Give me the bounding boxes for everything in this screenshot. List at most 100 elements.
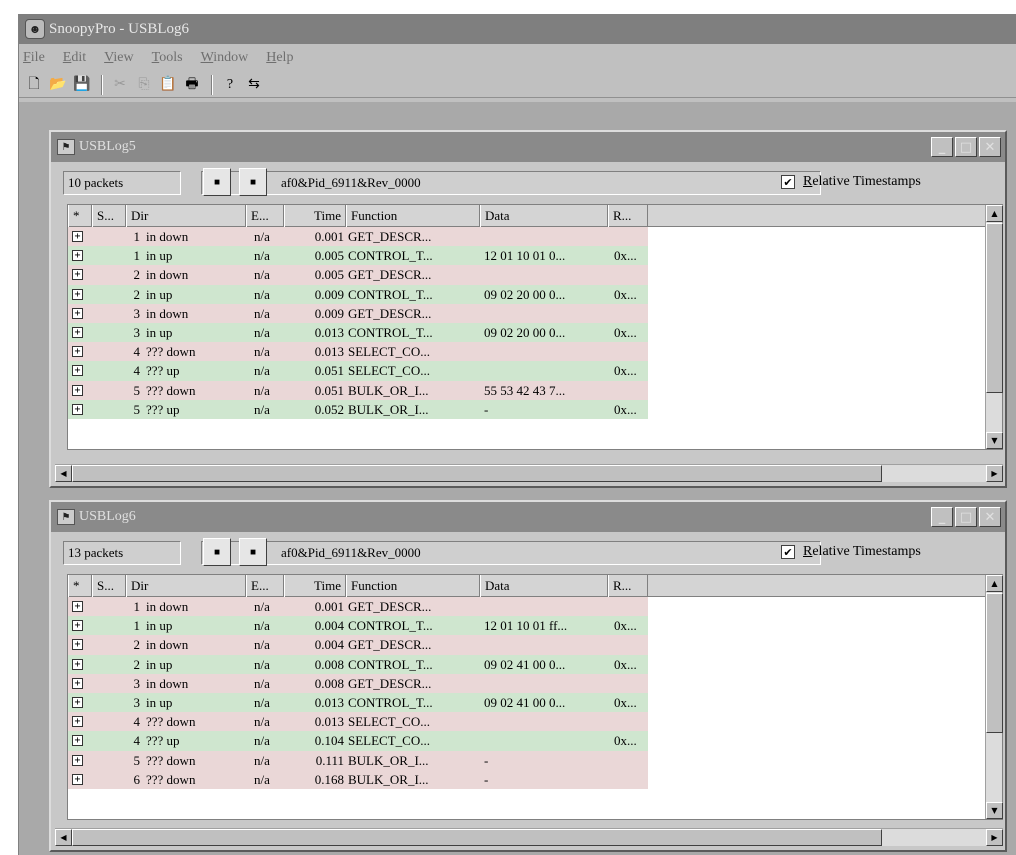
table-row[interactable]: +4 ??? down n/a 0.013 SELECT_CO...: [68, 342, 648, 362]
menu-file[interactable]: File: [23, 50, 45, 66]
col-data[interactable]: Data: [480, 205, 608, 227]
scroll-right-icon[interactable]: ▶: [986, 829, 1003, 846]
table-row[interactable]: +2 in up n/a 0.008 CONTROL_T... 09 02 41 00 0…: [68, 654, 648, 674]
scroll-thumb[interactable]: [986, 593, 1003, 733]
expand-plus-icon[interactable]: +: [72, 307, 83, 319]
table-row[interactable]: +1 in up n/a 0.005 CONTROL_T... 12 01 10 01 0…: [68, 246, 648, 266]
expand-plus-icon[interactable]: +: [72, 754, 83, 766]
stop-button-2[interactable]: ■: [239, 538, 267, 566]
scroll-up-icon[interactable]: ▲: [986, 575, 1003, 592]
expand-plus-icon[interactable]: +: [72, 231, 83, 242]
cut-icon[interactable]: ✂: [109, 74, 131, 96]
child-title-bar[interactable]: ⚑ USBLog6 _ □ ✕: [51, 502, 1005, 532]
expand-plus-icon[interactable]: +: [72, 677, 83, 689]
copy-icon[interactable]: ⎘: [133, 74, 155, 96]
col-seq[interactable]: S...: [92, 205, 126, 227]
table-row[interactable]: +5 ??? up n/a 0.052 BULK_OR_I... - 0x...: [68, 399, 648, 419]
menu-edit[interactable]: Edit: [63, 50, 86, 66]
vertical-scrollbar[interactable]: ▲ ▼: [985, 205, 1003, 449]
table-row[interactable]: +1 in down n/a 0.001 GET_DESCR...: [68, 597, 648, 617]
expand-plus-icon[interactable]: +: [72, 696, 83, 708]
scroll-thumb[interactable]: [986, 223, 1003, 393]
table-row[interactable]: +4 ??? up n/a 0.104 SELECT_CO... 0x...: [68, 731, 648, 751]
table-row[interactable]: +2 in down n/a 0.005 GET_DESCR...: [68, 265, 648, 285]
table-row[interactable]: +4 ??? up n/a 0.051 SELECT_CO... 0x...: [68, 361, 648, 381]
table-row[interactable]: +5 ??? down n/a 0.111 BULK_OR_I... -: [68, 750, 648, 770]
close-button[interactable]: ✕: [979, 137, 1001, 157]
new-file-icon[interactable]: 🗋: [23, 74, 45, 96]
minimize-button[interactable]: _: [931, 137, 953, 157]
relative-timestamps-toggle[interactable]: ✔ Relative Timestamps: [781, 544, 921, 560]
expand-plus-icon[interactable]: +: [72, 326, 83, 338]
table-row[interactable]: +3 in up n/a 0.013 CONTROL_T... 09 02 20 00 0…: [68, 322, 648, 343]
scroll-down-icon[interactable]: ▼: [986, 432, 1003, 449]
menu-window[interactable]: Window: [201, 50, 249, 66]
menu-help[interactable]: Help: [266, 50, 293, 66]
col-result[interactable]: R...: [608, 575, 648, 597]
table-row[interactable]: +2 in up n/a 0.009 CONTROL_T... 09 02 20 00 0…: [68, 284, 648, 304]
col-dir[interactable]: Dir: [126, 575, 246, 597]
hscroll-thumb[interactable]: [72, 465, 882, 482]
expand-plus-icon[interactable]: +: [72, 365, 83, 377]
expand-plus-icon[interactable]: +: [72, 384, 83, 396]
horizontal-scrollbar[interactable]: ◀ ▶: [55, 828, 1003, 846]
expand-plus-icon[interactable]: +: [72, 620, 83, 632]
checkbox-checked-icon[interactable]: ✔: [781, 545, 795, 559]
col-endpoint[interactable]: E...: [246, 575, 284, 597]
expand-plus-icon[interactable]: +: [72, 639, 83, 651]
col-time[interactable]: Time: [284, 575, 346, 597]
expand-plus-icon[interactable]: +: [72, 288, 83, 300]
expand-plus-icon[interactable]: +: [72, 716, 83, 728]
stop-button-1[interactable]: ■: [203, 168, 231, 196]
vertical-scrollbar[interactable]: ▲ ▼: [985, 575, 1003, 819]
scroll-left-icon[interactable]: ◀: [55, 465, 72, 482]
scroll-right-icon[interactable]: ▶: [986, 465, 1003, 482]
col-time[interactable]: Time: [284, 205, 346, 227]
expand-plus-icon[interactable]: +: [72, 346, 83, 358]
expand-plus-icon[interactable]: +: [72, 601, 83, 612]
col-result[interactable]: R...: [608, 205, 648, 227]
expand-plus-icon[interactable]: +: [72, 250, 83, 262]
expand-plus-icon[interactable]: +: [72, 403, 83, 415]
minimize-button[interactable]: _: [931, 507, 953, 527]
maximize-button[interactable]: □: [955, 507, 977, 527]
close-button[interactable]: ✕: [979, 507, 1001, 527]
help-icon[interactable]: ?: [219, 74, 241, 96]
expand-plus-icon[interactable]: +: [72, 269, 83, 281]
print-icon[interactable]: 🖶: [181, 74, 203, 96]
scroll-up-icon[interactable]: ▲: [986, 205, 1003, 222]
table-row[interactable]: +5 ??? down n/a 0.051 BULK_OR_I... 55 53 42 4…: [68, 380, 648, 400]
menu-tools[interactable]: Tools: [152, 50, 183, 66]
table-row[interactable]: +3 in up n/a 0.013 CONTROL_T... 09 02 41 00 0…: [68, 692, 648, 713]
usb-icon[interactable]: ⇆: [243, 74, 265, 96]
save-icon[interactable]: 💾: [71, 74, 93, 96]
col-expand[interactable]: *: [68, 575, 92, 597]
scroll-left-icon[interactable]: ◀: [55, 829, 72, 846]
child-title-bar[interactable]: ⚑ USBLog5 _ □ ✕: [51, 132, 1005, 162]
checkbox-checked-icon[interactable]: ✔: [781, 175, 795, 189]
col-data[interactable]: Data: [480, 575, 608, 597]
table-row[interactable]: +3 in down n/a 0.009 GET_DESCR...: [68, 303, 648, 323]
table-row[interactable]: +4 ??? down n/a 0.013 SELECT_CO...: [68, 712, 648, 732]
expand-plus-icon[interactable]: +: [72, 735, 83, 747]
table-row[interactable]: +1 in up n/a 0.004 CONTROL_T... 12 01 10 01 f…: [68, 616, 648, 636]
open-folder-icon[interactable]: 📂: [47, 74, 69, 96]
table-row[interactable]: +1 in down n/a 0.001 GET_DESCR...: [68, 227, 648, 247]
col-expand[interactable]: *: [68, 205, 92, 227]
scroll-down-icon[interactable]: ▼: [986, 802, 1003, 819]
col-function[interactable]: Function: [346, 575, 480, 597]
col-seq[interactable]: S...: [92, 575, 126, 597]
paste-icon[interactable]: 📋: [157, 74, 179, 96]
col-dir[interactable]: Dir: [126, 205, 246, 227]
table-row[interactable]: +3 in down n/a 0.008 GET_DESCR...: [68, 673, 648, 693]
horizontal-scrollbar[interactable]: ◀ ▶: [55, 464, 1003, 482]
hscroll-thumb[interactable]: [72, 829, 882, 846]
stop-button-1[interactable]: ■: [203, 538, 231, 566]
table-row[interactable]: +6 ??? down n/a 0.168 BULK_OR_I... -: [68, 769, 648, 789]
relative-timestamps-toggle[interactable]: ✔ Relative Timestamps: [781, 174, 921, 190]
expand-plus-icon[interactable]: +: [72, 658, 83, 670]
col-endpoint[interactable]: E...: [246, 205, 284, 227]
stop-button-2[interactable]: ■: [239, 168, 267, 196]
menu-view[interactable]: View: [104, 50, 134, 66]
maximize-button[interactable]: □: [955, 137, 977, 157]
